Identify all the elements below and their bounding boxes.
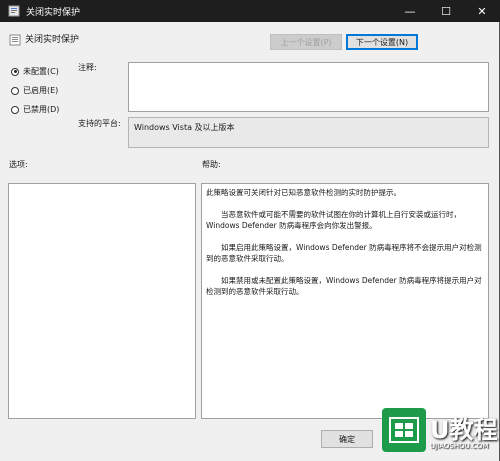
help-paragraph: 当恶意软件或可能不需要的软件试图在你的计算机上自行安装或运行时，Windows … xyxy=(206,210,461,230)
comment-label: 注释: xyxy=(78,63,97,72)
radio-unchecked-icon xyxy=(11,105,19,114)
ok-button[interactable]: 确定 xyxy=(321,430,373,448)
window-title: 关闭实时保护 xyxy=(26,8,81,18)
maximize-button[interactable]: ☐ xyxy=(428,0,464,22)
watermark-brand: U教程 xyxy=(430,416,498,444)
help-paragraph: 如果启用此策略设置，Windows Defender 防病毒程序将不会提示用户对… xyxy=(206,243,482,263)
watermark-logo-icon xyxy=(382,408,426,452)
minimize-icon: — xyxy=(404,4,416,18)
radio-enabled[interactable]: 已启用(E) xyxy=(11,85,58,96)
radio-checked-icon xyxy=(11,67,19,76)
policy-title: 关闭实时保护 xyxy=(25,35,80,45)
previous-setting-button[interactable]: 上一个设置(P) xyxy=(270,34,342,50)
supported-platform-label: 支持的平台: xyxy=(78,119,121,128)
minimize-button[interactable]: — xyxy=(392,0,428,22)
close-icon: ✕ xyxy=(477,4,487,18)
help-paragraph: 如果禁用或未配置此策略设置，Windows Defender 防病毒程序将提示用… xyxy=(206,276,482,296)
help-label: 帮助: xyxy=(202,160,221,169)
comment-textarea[interactable] xyxy=(128,62,489,112)
next-setting-button[interactable]: 下一个设置(N) xyxy=(346,34,418,50)
radio-label: 已启用(E) xyxy=(23,86,59,95)
radio-label: 已禁用(D) xyxy=(23,105,60,114)
help-panel[interactable]: 此策略设置可关闭针对已知恶意软件检测的实时防护提示。 当恶意软件或可能不需要的软… xyxy=(201,183,489,419)
close-button[interactable]: ✕ xyxy=(464,0,500,22)
radio-unchecked-icon xyxy=(11,86,19,95)
policy-app-icon xyxy=(8,5,20,17)
supported-platform-value: Windows Vista 及以上版本 xyxy=(128,117,489,148)
help-paragraph: 此策略设置可关闭针对已知恶意软件检测的实时防护提示。 xyxy=(206,188,401,197)
maximize-icon: ☐ xyxy=(441,4,451,18)
radio-not-configured[interactable]: 未配置(C) xyxy=(11,66,59,77)
watermark: U教程 UJIAOSHOU.COM xyxy=(374,404,500,461)
title-bar[interactable]: 关闭实时保护 — ☐ ✕ xyxy=(0,0,500,22)
policy-dialog: 关闭实时保护 — ☐ ✕ 关闭实时保护 上一个设置(P) 下一个设置(N) 未配… xyxy=(0,0,500,461)
policy-setting-icon xyxy=(9,34,21,46)
options-label: 选项: xyxy=(9,160,28,169)
radio-label: 未配置(C) xyxy=(23,67,59,76)
radio-disabled[interactable]: 已禁用(D) xyxy=(11,104,59,115)
watermark-url: UJIAOSHOU.COM xyxy=(430,442,489,450)
options-panel[interactable] xyxy=(8,183,196,419)
